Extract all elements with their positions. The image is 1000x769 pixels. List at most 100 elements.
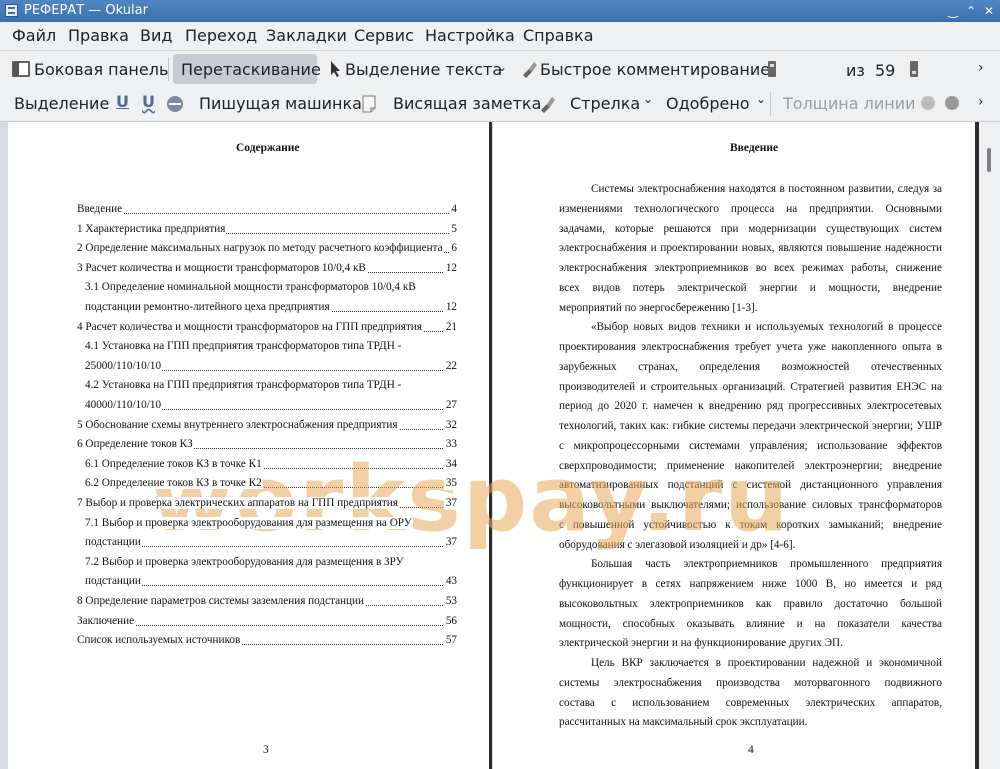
toc-entry: подстанции ремонтно-литейного цеха предп… — [85, 300, 457, 314]
body-text-line: Большая часть электроприемников промышле… — [591, 558, 942, 571]
underline-icon[interactable]: U — [116, 92, 129, 111]
page-of-label: из — [846, 61, 865, 80]
menu-view[interactable]: Вид — [140, 26, 172, 45]
body-text-line: оборудования с элегазовой изоляцией и др… — [559, 538, 796, 551]
body-text-line: мероприятий по энергосбережению [1-3]. — [559, 301, 758, 314]
next-page-icon[interactable] — [910, 61, 918, 77]
close-icon[interactable]: ✕ — [980, 0, 998, 22]
arrow-tool[interactable]: Стрелка — [570, 94, 640, 113]
previous-page-icon[interactable] — [768, 61, 776, 77]
highlight-tool[interactable]: Выделение — [14, 94, 109, 113]
toc-entry-label: 6.2 Определение токов КЗ в точке К2 — [85, 477, 263, 490]
toc-entry-page: 6 — [449, 241, 457, 256]
toolbar-overflow-icon[interactable]: › — [978, 60, 984, 76]
toc-entry-page: 37 — [443, 496, 457, 510]
stamp-tool[interactable]: Одобрено — [666, 94, 750, 113]
chevron-down-icon[interactable]: ⌄ — [643, 92, 653, 106]
typewriter-tool[interactable]: Пишущая машинка — [199, 94, 362, 113]
sidebar-button[interactable]: Боковая панель — [8, 55, 168, 83]
toc-entry-page: 37 — [443, 535, 457, 550]
toc-entry: 7 Выбор и проверка электрических аппарат… — [77, 496, 457, 510]
toc-entry-label: Заключение — [77, 614, 136, 627]
toc-entry-label: 1 Характеристика предприятия — [77, 222, 227, 235]
squiggle-icon[interactable]: U — [142, 92, 155, 111]
toc-entry-page: 12 — [443, 260, 457, 275]
toc-entry-label: подстанции — [85, 575, 142, 588]
toc-entry-page: 35 — [443, 476, 457, 491]
toc-entry: подстанции 37 — [85, 535, 457, 550]
vertical-scrollbar[interactable] — [979, 122, 1000, 769]
page-divider — [489, 122, 492, 769]
maximize-icon[interactable]: ⌃ — [962, 0, 980, 22]
menu-edit[interactable]: Правка — [68, 26, 129, 45]
title-bar: РЕФЕРАТ — Okular ‿ ⌃ ✕ — [0, 0, 1000, 22]
body-text-line: рассчитанных на максимальный срок эксплу… — [559, 716, 808, 729]
window-title: РЕФЕРАТ — Okular — [24, 3, 148, 18]
highlighter-icon — [523, 62, 537, 78]
toc-entry-label: 5 Обоснование схемы внутреннего электрос… — [77, 418, 399, 431]
menu-help[interactable]: Справка — [523, 26, 594, 45]
document-page-3: Содержание Введение 4 1 Характеристика пре… — [8, 122, 489, 769]
body-text-line: электроснабжения и проектировании новых,… — [559, 242, 942, 255]
chevron-down-icon[interactable]: ⌄ — [756, 92, 766, 106]
toc-entry-page: 34 — [443, 456, 457, 471]
minimize-icon[interactable]: ‿ — [944, 0, 962, 22]
body-text-line: сверхпроводимости; применение накопителе… — [559, 459, 942, 472]
toc-entry: Список используемых источников 57 — [77, 633, 457, 648]
page-number: 3 — [263, 744, 269, 756]
pen-icon[interactable] — [538, 95, 556, 113]
body-text-line: высоковольтными выключателями; использов… — [559, 499, 942, 511]
separator — [168, 57, 169, 81]
body-text-line: высоковольтных электроприемников как пра… — [559, 597, 942, 610]
line-width-tool[interactable]: Толщина линии — [783, 94, 916, 113]
toc-entry: 4.1 Установка на ГПП предприятия трансфо… — [85, 339, 457, 353]
toc-entry-label: подстанции — [85, 536, 142, 549]
toolbar-overflow-icon[interactable]: › — [978, 94, 984, 110]
menu-settings[interactable]: Настройка — [425, 26, 515, 45]
body-text-line: «Выбор новых видов техники и используемы… — [591, 321, 942, 334]
toc-entry: 4.2 Установка на ГПП предприятия трансфо… — [85, 378, 457, 392]
toc-entry-page: 22 — [443, 358, 457, 373]
hanging-note-tool[interactable]: Висящая заметка — [393, 94, 541, 113]
toc-entry-label: 4.1 Установка на ГПП предприятия трансфо… — [85, 340, 403, 353]
scrollbar-thumb[interactable] — [987, 148, 991, 172]
body-text-line: задачами, которые решаются при модерниза… — [559, 222, 942, 235]
toc-entry-page: 21 — [443, 319, 457, 334]
menu-bookmarks[interactable]: Закладки — [266, 26, 347, 45]
drag-tool-button[interactable]: Перетаскивание — [173, 54, 321, 84]
menu-bar: Файл Правка Вид Переход Закладки Сервис … — [0, 22, 1000, 51]
quick-comment-button[interactable]: Быстрое комментирование — [518, 55, 770, 83]
toc-entry: 6.2 Определение токов КЗ в точке К2 35 — [85, 476, 457, 491]
toc-entry-label: Введение — [77, 203, 124, 215]
body-text-line: зарубежных странах, определения возможно… — [559, 360, 942, 373]
note-icon[interactable] — [362, 95, 376, 113]
body-text-line: технологий, таких как: гибкие системы пе… — [559, 420, 942, 432]
document-viewport[interactable]: Содержание Введение 4 1 Характеристика пре… — [0, 122, 1000, 769]
toc-entry-page: 4 — [449, 202, 457, 216]
toc-entry-page: 33 — [443, 437, 457, 452]
toc-entry: 5 Обоснование схемы внутреннего электрос… — [77, 417, 457, 432]
menu-tools[interactable]: Сервис — [354, 26, 414, 45]
separator — [770, 92, 771, 116]
body-text-line: электроснабжения электроприемников во вс… — [559, 262, 942, 274]
intro-heading: Введение — [730, 142, 779, 154]
toc-entry-label: 8 Определение параметров системы заземле… — [77, 595, 365, 607]
sidebar-icon — [12, 61, 30, 77]
toc-entry: 7.1 Выбор и проверка электрооборудования… — [85, 516, 457, 530]
text-select-button[interactable]: Выделение текста ⌄ — [325, 55, 515, 83]
menu-file[interactable]: Файл — [12, 26, 56, 45]
toc-entry: 6 Определение токов КЗ 33 — [77, 437, 457, 452]
toc-entry: Заключение 56 — [77, 613, 457, 628]
opacity-icon[interactable] — [944, 95, 960, 111]
body-text-line: состава с использованием современных эле… — [559, 696, 942, 709]
document-page-4: Введение Системы электроснабжения находя… — [493, 122, 975, 769]
menu-go[interactable]: Переход — [185, 26, 257, 45]
strikeout-icon[interactable] — [166, 95, 184, 113]
body-text-line: функционирует в сетях напряжением ниже 1… — [559, 578, 942, 590]
body-text-line: с микропроцессорными системами управлени… — [559, 439, 942, 452]
drag-tool-label: Перетаскивание — [181, 60, 321, 79]
color-icon[interactable] — [920, 95, 936, 111]
body-text-line: системы электроснабжения производства мо… — [559, 676, 942, 689]
main-toolbar: Боковая панель Перетаскивание Выделение … — [0, 51, 1000, 134]
body-text-line: период до 2020 г. намечен к внедрению ря… — [559, 400, 942, 413]
